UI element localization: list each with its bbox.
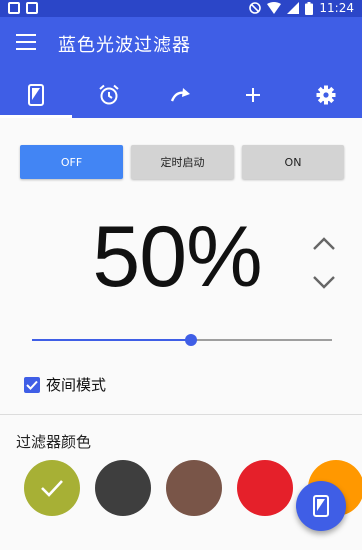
check-icon [41,480,63,497]
tab-bar [0,71,362,118]
off-button[interactable]: OFF [20,145,123,179]
slider-fill [32,339,191,341]
tab-screen-filter[interactable] [0,71,73,118]
battery-icon [305,1,314,15]
checkbox-checked-icon[interactable] [24,376,40,393]
color-swatch[interactable] [24,460,80,516]
plus-icon [246,87,261,102]
color-swatch[interactable] [237,460,293,516]
phone-screen-icon [313,495,329,517]
redo-arrow-icon [170,87,191,101]
screen-filter-fab[interactable] [296,481,346,531]
gallery-notification-icon [8,2,20,14]
tab-settings[interactable] [290,71,362,118]
phone-screen-icon [28,83,45,106]
tab-schedule[interactable] [72,71,144,118]
on-button[interactable]: ON [242,145,344,179]
alarm-clock-icon [98,84,119,104]
intensity-slider[interactable] [32,332,332,348]
color-swatch[interactable] [95,460,151,516]
filter-panel: OFF 定时启动 ON 50% 夜间模式 过滤器颜色 [0,118,362,550]
slider-thumb[interactable] [185,334,197,346]
gear-icon [316,85,336,104]
tab-redo[interactable] [145,71,217,118]
mode-selector: OFF 定时启动 ON [20,145,344,179]
status-bar: 11:24 [0,0,362,17]
status-time: 11:24 [319,1,354,15]
wifi-icon [267,2,282,14]
file-notification-icon [26,2,38,14]
filter-color-label: 过滤器颜色 [16,433,92,451]
night-mode-label: 夜间模式 [46,376,107,394]
chevron-down-icon[interactable] [311,274,337,292]
app-bar: 蓝色光波过滤器 [0,17,362,71]
color-swatch[interactable] [166,460,222,516]
app-title: 蓝色光波过滤器 [58,35,191,56]
do-not-disturb-icon [249,2,262,14]
timer-start-button[interactable]: 定时启动 [131,145,234,179]
tab-add[interactable] [217,71,289,118]
hamburger-menu-icon[interactable] [16,34,36,50]
night-mode-checkbox[interactable]: 夜间模式 [24,374,106,395]
divider [0,414,362,415]
intensity-percent: 50% [92,209,262,305]
chevron-up-icon[interactable] [311,234,337,252]
signal-icon [287,2,300,14]
